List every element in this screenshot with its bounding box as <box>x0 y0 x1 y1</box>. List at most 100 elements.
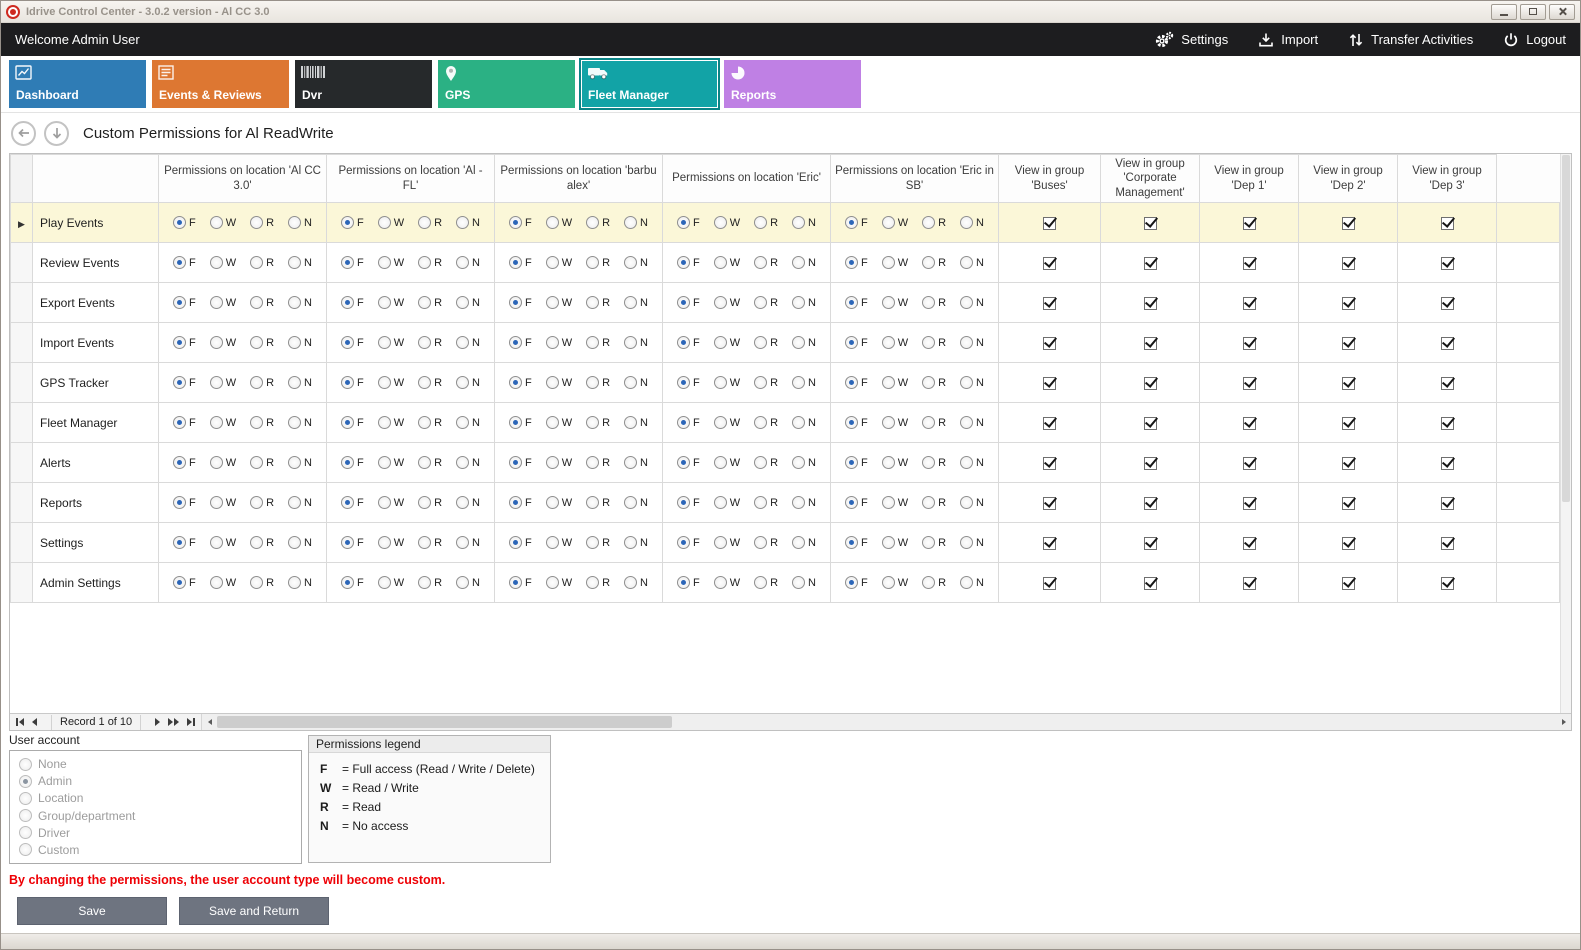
vertical-scrollbar[interactable] <box>1560 154 1571 713</box>
permission-radio-N[interactable]: N <box>288 456 312 469</box>
permission-radio-W[interactable]: W <box>210 336 236 349</box>
permission-radio-R[interactable]: R <box>250 216 274 229</box>
permission-radio-W[interactable]: W <box>378 456 404 469</box>
group-view-checkbox[interactable] <box>1043 217 1056 230</box>
permission-radio-N[interactable]: N <box>960 296 984 309</box>
permission-radio-F[interactable]: F <box>845 496 868 509</box>
permission-radio-N[interactable]: N <box>792 496 816 509</box>
horizontal-scrollbar-thumb[interactable] <box>217 716 672 728</box>
scroll-down-button[interactable] <box>44 121 69 146</box>
permission-radio-N[interactable]: N <box>288 336 312 349</box>
permission-radio-F[interactable]: F <box>677 536 700 549</box>
permission-radio-N[interactable]: N <box>456 496 480 509</box>
permission-radio-W[interactable]: W <box>546 416 572 429</box>
grid-column-header[interactable]: View in group 'Dep 2' <box>1299 155 1398 203</box>
user-account-option-custom[interactable]: Custom <box>19 843 292 857</box>
group-view-checkbox[interactable] <box>1342 297 1355 310</box>
grid-row[interactable]: ReportsFWRNFWRNFWRNFWRNFWRN <box>11 483 1560 523</box>
permission-radio-N[interactable]: N <box>456 536 480 549</box>
permission-radio-N[interactable]: N <box>624 576 648 589</box>
permission-radio-R[interactable]: R <box>586 456 610 469</box>
permission-radio-R[interactable]: R <box>754 536 778 549</box>
permission-radio-W[interactable]: W <box>378 296 404 309</box>
permission-radio-F[interactable]: F <box>173 576 196 589</box>
permission-radio-N[interactable]: N <box>792 576 816 589</box>
scroll-right-arrow-icon[interactable] <box>1556 714 1571 730</box>
permission-radio-W[interactable]: W <box>882 216 908 229</box>
group-view-checkbox[interactable] <box>1243 377 1256 390</box>
minimize-button[interactable] <box>1491 4 1517 20</box>
permission-radio-W[interactable]: W <box>210 416 236 429</box>
nav-first-button[interactable] <box>14 718 26 726</box>
topbar-action-logout[interactable]: Logout <box>1503 32 1566 48</box>
permission-radio-W[interactable]: W <box>882 576 908 589</box>
permission-radio-W[interactable]: W <box>714 456 740 469</box>
group-view-checkbox[interactable] <box>1243 337 1256 350</box>
nav-prev-button[interactable] <box>30 718 39 726</box>
grid-column-header[interactable]: Permissions on location 'barbu alex' <box>495 155 663 203</box>
group-view-checkbox[interactable] <box>1342 257 1355 270</box>
permission-radio-W[interactable]: W <box>378 256 404 269</box>
permission-radio-W[interactable]: W <box>882 256 908 269</box>
permission-radio-N[interactable]: N <box>456 376 480 389</box>
permission-radio-F[interactable]: F <box>341 216 364 229</box>
permission-radio-R[interactable]: R <box>250 416 274 429</box>
permission-radio-N[interactable]: N <box>792 416 816 429</box>
permission-radio-N[interactable]: N <box>624 216 648 229</box>
permission-radio-N[interactable]: N <box>288 256 312 269</box>
group-view-checkbox[interactable] <box>1243 297 1256 310</box>
group-view-checkbox[interactable] <box>1043 537 1056 550</box>
permission-radio-F[interactable]: F <box>509 336 532 349</box>
permission-radio-F[interactable]: F <box>173 536 196 549</box>
permission-radio-W[interactable]: W <box>210 296 236 309</box>
permission-radio-F[interactable]: F <box>677 216 700 229</box>
permission-radio-N[interactable]: N <box>624 376 648 389</box>
group-view-checkbox[interactable] <box>1144 297 1157 310</box>
group-view-checkbox[interactable] <box>1243 577 1256 590</box>
permission-radio-R[interactable]: R <box>586 536 610 549</box>
grid-row[interactable]: Import EventsFWRNFWRNFWRNFWRNFWRN <box>11 323 1560 363</box>
permission-radio-W[interactable]: W <box>714 576 740 589</box>
permission-radio-F[interactable]: F <box>677 416 700 429</box>
group-view-checkbox[interactable] <box>1144 257 1157 270</box>
permission-radio-N[interactable]: N <box>960 416 984 429</box>
tab-events-reviews[interactable]: Events & Reviews <box>152 60 289 108</box>
group-view-checkbox[interactable] <box>1342 457 1355 470</box>
permission-radio-N[interactable]: N <box>624 256 648 269</box>
group-view-checkbox[interactable] <box>1441 337 1454 350</box>
permission-radio-W[interactable]: W <box>714 216 740 229</box>
grid-column-header[interactable]: View in group 'Buses' <box>999 155 1101 203</box>
grid-column-header[interactable]: View in group 'Dep 1' <box>1200 155 1299 203</box>
permission-radio-W[interactable]: W <box>210 576 236 589</box>
tab-dashboard[interactable]: Dashboard <box>9 60 146 108</box>
permission-radio-F[interactable]: F <box>341 336 364 349</box>
permission-radio-R[interactable]: R <box>418 416 442 429</box>
permission-radio-W[interactable]: W <box>714 536 740 549</box>
permission-radio-W[interactable]: W <box>546 496 572 509</box>
permission-radio-F[interactable]: F <box>509 416 532 429</box>
permission-radio-W[interactable]: W <box>882 376 908 389</box>
user-account-option-none[interactable]: None <box>19 757 292 771</box>
permission-radio-R[interactable]: R <box>586 336 610 349</box>
horizontal-scrollbar-track[interactable] <box>217 714 1556 730</box>
save-return-button[interactable]: Save and Return <box>179 897 329 925</box>
group-view-checkbox[interactable] <box>1144 377 1157 390</box>
nav-last-button[interactable] <box>185 718 197 726</box>
permission-radio-N[interactable]: N <box>624 416 648 429</box>
group-view-checkbox[interactable] <box>1043 257 1056 270</box>
grid-row[interactable]: Export EventsFWRNFWRNFWRNFWRNFWRN <box>11 283 1560 323</box>
permission-radio-W[interactable]: W <box>378 416 404 429</box>
permission-radio-W[interactable]: W <box>882 536 908 549</box>
grid-column-header[interactable]: Permissions on location 'Al CC 3.0' <box>159 155 327 203</box>
permission-radio-R[interactable]: R <box>250 576 274 589</box>
grid-row[interactable]: SettingsFWRNFWRNFWRNFWRNFWRN <box>11 523 1560 563</box>
permission-radio-N[interactable]: N <box>456 336 480 349</box>
permission-radio-F[interactable]: F <box>845 576 868 589</box>
permission-radio-N[interactable]: N <box>960 496 984 509</box>
permission-radio-R[interactable]: R <box>586 256 610 269</box>
nav-next-button[interactable] <box>153 718 162 726</box>
permission-radio-W[interactable]: W <box>546 256 572 269</box>
close-button[interactable] <box>1549 4 1575 20</box>
permission-radio-N[interactable]: N <box>792 336 816 349</box>
permission-radio-R[interactable]: R <box>754 336 778 349</box>
